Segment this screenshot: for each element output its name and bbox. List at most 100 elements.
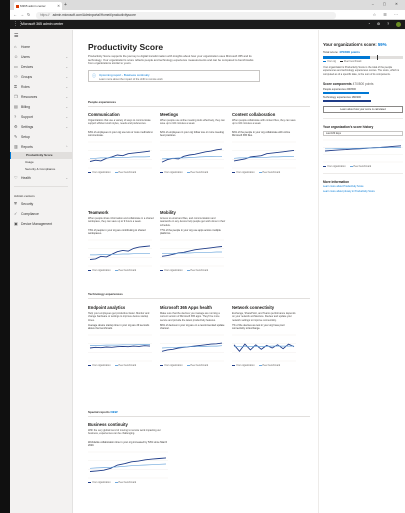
card-title[interactable]: Microsoft 365 Apps health — [160, 305, 226, 310]
card-title[interactable]: Communication — [88, 112, 154, 117]
new-tab-button[interactable]: + — [64, 2, 67, 9]
chart-legend: Your organization Peer benchmark — [232, 171, 298, 174]
card-business-continuity[interactable]: Business continuity With the very global … — [88, 422, 168, 484]
nav-item-health[interactable]: ♡ Health ⌄ — [10, 173, 72, 183]
address-bar: ← → ↻ https://admin.microsoft.com/Adminp… — [10, 10, 405, 20]
nav-item-roles[interactable]: ⚿ Roles ⌄ — [10, 82, 72, 92]
nav-subitem-usage[interactable]: Usage — [10, 159, 72, 166]
learn-score-button[interactable]: Learn about how your score is calculated — [323, 105, 403, 113]
section-divider — [88, 416, 310, 417]
card-endpoint-analytics[interactable]: Endpoint analytics Help your employees ge… — [88, 305, 154, 367]
window-controls[interactable]: – ▢ ✕ — [372, 2, 402, 6]
legend-your-org: Your organization — [327, 164, 346, 168]
nav-subitem-security-compliance[interactable]: Security & Compliance — [10, 166, 72, 173]
card-description: Make sure that the devices you manage ar… — [160, 312, 220, 322]
browser-window: M365 admin center ✕ + – ▢ ✕ ← → ↻ https:… — [10, 0, 405, 513]
group-icon: ⚇ — [14, 74, 18, 79]
card-mobility[interactable]: Mobility Access to email and files, and c… — [160, 210, 226, 272]
suite-actions[interactable]: ◔ ⚙ ? — [368, 20, 401, 29]
trend-chart — [88, 239, 152, 267]
help-icon[interactable]: ? — [387, 22, 392, 26]
card-title[interactable]: Endpoint analytics — [88, 305, 154, 310]
chart-legend: Your organization Peer benchmark — [88, 269, 154, 272]
chevron-icon: ⌃ — [65, 145, 68, 149]
card-meetings[interactable]: Meetings When people use online meeting t… — [160, 112, 226, 174]
collapse-nav-icon[interactable]: ☰ — [10, 30, 72, 42]
nav-item-support[interactable]: ? Support ⌄ — [10, 112, 72, 122]
peer-marker — [377, 55, 379, 60]
card-description: Organizations that use a variety of ways… — [88, 119, 151, 126]
nav-item-groups[interactable]: ⚇ Groups ⌄ — [10, 72, 72, 82]
legend-peer: Peer benchmark — [118, 269, 137, 272]
card-communication[interactable]: Communication Organizations that use a va… — [88, 112, 154, 174]
tab-title: M365 admin center — [20, 4, 46, 8]
nav-item-label: Home — [21, 45, 31, 49]
nav-item-device-management[interactable]: ▣ Device Management — [10, 219, 72, 229]
nav-item-billing[interactable]: ▤ Billing ⌄ — [10, 102, 72, 112]
privacy-link[interactable]: Learn more about privacy in Productivity… — [323, 190, 405, 193]
chart-legend: Your organization Peer benchmark — [232, 364, 298, 367]
legend-peer: Peer benchmark — [190, 171, 209, 174]
peer-swatch — [349, 165, 353, 167]
nav-item-settings[interactable]: ⚙ Settings ⌄ — [10, 122, 72, 132]
upcoming-report-banner[interactable]: ⓘ Upcoming report - Business continuity … — [88, 70, 260, 82]
card-title[interactable]: Network connectivity — [232, 305, 298, 310]
nav-item-reports[interactable]: ▥ Reports ⌃ — [10, 142, 72, 152]
card-teamwork[interactable]: Teamwork When people share information an… — [88, 210, 154, 272]
card-title[interactable]: Business continuity — [88, 422, 168, 427]
card-title[interactable]: Content collaboration — [232, 112, 298, 117]
shield-icon: ⛨ — [14, 201, 17, 206]
peer-swatch — [186, 171, 190, 174]
nav-item-users[interactable]: ☺ Users ⌄ — [10, 52, 72, 62]
avatar[interactable] — [396, 21, 401, 27]
banner-title[interactable]: Upcoming report - Business continuity — [99, 73, 150, 77]
legend-your-org: Your organization — [92, 481, 111, 484]
forward-icon[interactable]: → — [20, 11, 24, 19]
score-title-label: Your organization's score: — [323, 42, 377, 47]
browser-toolbar-icons[interactable]: ☆ ☰ ⋯ — [373, 11, 401, 19]
refresh-icon[interactable]: ↻ — [27, 11, 30, 19]
peer-swatch — [114, 481, 118, 484]
card-network-connectivity[interactable]: Network connectivity Exchange, SharePoint… — [232, 305, 298, 367]
learn-more-link[interactable]: Learn more about Productivity Score — [323, 185, 405, 188]
card-description: With the very global trend of moving to … — [88, 429, 161, 436]
url-prefix: https:// — [40, 12, 50, 17]
card-title[interactable]: Mobility — [160, 210, 226, 215]
people-experiences-heading: People experiences — [88, 100, 117, 104]
nav-subitem-productivity-score[interactable]: Productivity Score — [10, 152, 72, 159]
nav-item-home[interactable]: ⌂ Home — [10, 42, 72, 52]
score-percent: 59% — [377, 42, 387, 47]
nav-item-devices[interactable]: ▭ Devices ⌄ — [10, 62, 72, 72]
people-component-bar — [323, 91, 369, 94]
card-description: Exchange, SharePoint, and Teams performa… — [232, 312, 296, 322]
history-range-select[interactable]: Last 180 days — [323, 130, 403, 136]
back-icon[interactable]: ← — [13, 11, 17, 19]
resources-icon: ❒ — [14, 94, 18, 99]
card-stat: 62% of employees in your org follow one … — [160, 131, 224, 138]
card-content-collaboration[interactable]: Content collaboration When people collabo… — [232, 112, 298, 174]
home-icon: ⌂ — [14, 44, 17, 49]
nav-item-security[interactable]: ⛨ Security — [10, 199, 72, 209]
card-stat: 73% of people in your org are contributi… — [88, 229, 146, 236]
suite-title[interactable]: Microsoft 365 admin center — [21, 20, 63, 29]
series-line-peer-benchmark — [90, 344, 150, 346]
close-tab-icon[interactable]: ✕ — [57, 2, 60, 10]
legend-peer: Peer benchmark — [262, 364, 281, 367]
nav-item-setup[interactable]: ✎ Setup — [10, 132, 72, 142]
left-navigation: ☰ ⌂ Home ☺ Users ⌄ ▭ Devices ⌄ ⚇ Groups ⌄ ⚿ Roles ⌄ ❒ R… — [10, 30, 73, 513]
chevron-icon: ⌄ — [65, 75, 68, 79]
bell-icon[interactable]: ◔ — [368, 22, 373, 26]
card-title[interactable]: Meetings — [160, 112, 226, 117]
card-microsoft-365-apps-health[interactable]: Microsoft 365 Apps health Make sure that … — [160, 305, 226, 367]
nav-item-compliance[interactable]: ✓ Compliance — [10, 209, 72, 219]
peer-swatch — [114, 171, 118, 174]
settings-icon[interactable]: ⚙ — [377, 22, 383, 26]
banner-subtitle: Learn more about the impact of the shift… — [99, 77, 163, 81]
url-field[interactable]: https://admin.microsoft.com/Adminportal/… — [36, 11, 336, 19]
nav-item-resources[interactable]: ❒ Resources ⌄ — [10, 92, 72, 102]
card-title[interactable]: Teamwork — [88, 210, 154, 215]
health-icon: ♡ — [14, 175, 18, 180]
browser-tab[interactable]: M365 admin center ✕ — [14, 2, 62, 10]
peer-swatch — [258, 171, 262, 174]
nav-item-label: Compliance — [21, 212, 39, 216]
